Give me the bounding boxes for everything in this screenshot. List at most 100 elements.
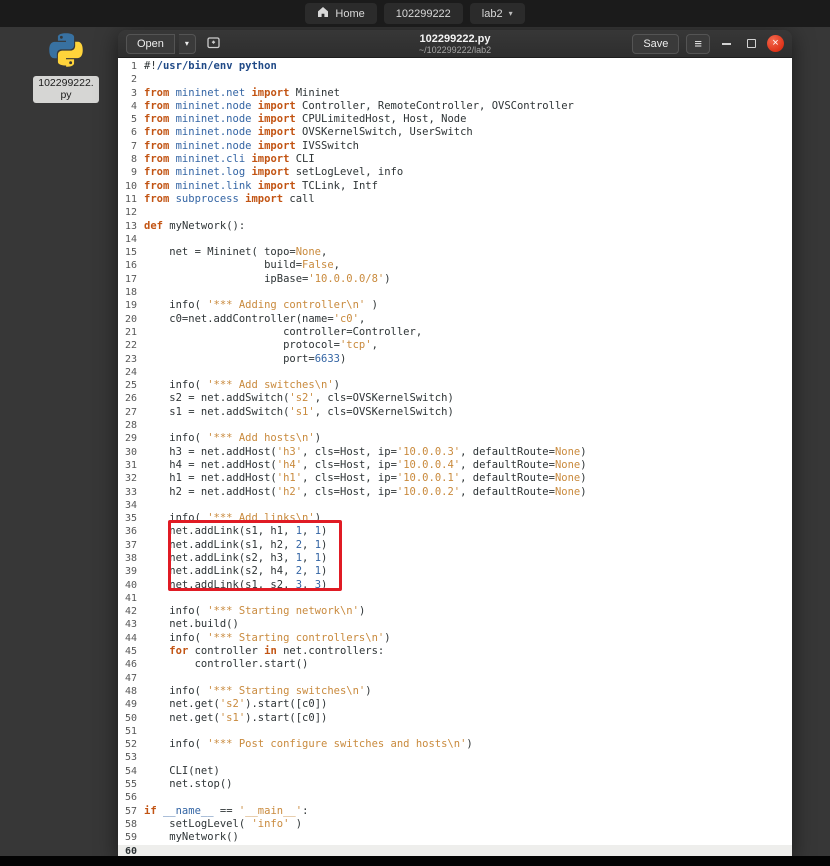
code-line[interactable]: 19 info( '*** Adding controller\n' ) — [118, 299, 792, 312]
line-number: 38 — [124, 552, 137, 564]
menu-button[interactable]: ≡ — [686, 33, 710, 54]
code-line[interactable]: 23 port=6633) — [118, 353, 792, 366]
desktop-file-label-line2: py — [60, 89, 72, 101]
code-line[interactable]: 12 — [118, 206, 792, 219]
code-line[interactable]: 30 h3 = net.addHost('h3', cls=Host, ip='… — [118, 446, 792, 459]
code-line[interactable]: 22 protocol='tcp', — [118, 339, 792, 352]
code-line[interactable]: 55 net.stop() — [118, 778, 792, 791]
breadcrumb-folder[interactable]: 102299222 — [383, 3, 463, 24]
line-number: 2 — [130, 74, 137, 86]
code-line[interactable]: 52 info( '*** Post configure switches an… — [118, 738, 792, 751]
line-number: 58 — [124, 818, 137, 830]
line-number: 47 — [124, 672, 137, 684]
close-button[interactable]: × — [767, 35, 784, 52]
code-line[interactable]: 8 from mininet.cli import CLI — [118, 153, 792, 166]
breadcrumb-subfolder-label: lab2 — [481, 7, 503, 20]
code-line[interactable]: 6 from mininet.node import OVSKernelSwitc… — [118, 126, 792, 139]
code-line[interactable]: 54 CLI(net) — [118, 765, 792, 778]
code-line[interactable]: 27 s1 = net.addSwitch('s1', cls=OVSKerne… — [118, 406, 792, 419]
code-line[interactable]: 17 ipBase='10.0.0.0/8') — [118, 273, 792, 286]
code-line[interactable]: 37 net.addLink(s1, h2, 2, 1) — [118, 539, 792, 552]
line-number: 10 — [124, 180, 137, 192]
line-number: 13 — [124, 220, 137, 232]
code-line[interactable]: 58 setLogLevel( 'info' ) — [118, 818, 792, 831]
code-line[interactable]: 49 net.get('s2').start([c0]) — [118, 698, 792, 711]
code-line[interactable]: 10 from mininet.link import TCLink, Intf — [118, 180, 792, 193]
line-number: 3 — [130, 87, 137, 99]
code-area[interactable]: 1 #!/usr/bin/env python 2 3 from mininet.net… — [118, 58, 792, 856]
code-line[interactable]: 11 from subprocess import call — [118, 193, 792, 206]
new-tab-button[interactable] — [206, 35, 221, 53]
line-number: 56 — [124, 792, 137, 804]
code-line[interactable]: 16 build=False, — [118, 259, 792, 272]
open-button[interactable]: Open — [126, 33, 175, 54]
code-line[interactable]: 45 for controller in net.controllers: — [118, 645, 792, 658]
top-bar: Home 102299222 lab2 ▾ — [0, 0, 830, 27]
line-number: 46 — [124, 659, 137, 671]
code-line[interactable]: 24 — [118, 366, 792, 379]
code-line[interactable]: 43 net.build() — [118, 618, 792, 631]
window-title: 102299222.py — [419, 33, 491, 45]
code-line[interactable]: 9 from mininet.log import setLogLevel, in… — [118, 166, 792, 179]
minimize-button[interactable] — [717, 35, 735, 53]
code-line[interactable]: 14 — [118, 233, 792, 246]
breadcrumb-subfolder[interactable]: lab2 ▾ — [469, 3, 525, 24]
code-line[interactable]: 4 from mininet.node import Controller, Re… — [118, 100, 792, 113]
open-dropdown-button[interactable]: ▾ — [178, 33, 196, 54]
code-line[interactable]: 21 controller=Controller, — [118, 326, 792, 339]
code-line[interactable]: 41 — [118, 592, 792, 605]
code-line[interactable]: 50 net.get('s1').start([c0]) — [118, 712, 792, 725]
line-number: 52 — [124, 739, 137, 751]
close-icon: × — [772, 37, 779, 49]
save-button[interactable]: Save — [632, 33, 680, 54]
line-number: 18 — [124, 287, 137, 299]
maximize-button[interactable] — [742, 35, 760, 53]
code-line[interactable]: 5 from mininet.node import CPULimitedHost… — [118, 113, 792, 126]
line-number: 15 — [124, 247, 137, 259]
code-line[interactable]: 53 — [118, 751, 792, 764]
line-number: 5 — [130, 114, 137, 126]
code-line[interactable]: 26 s2 = net.addSwitch('s2', cls=OVSKerne… — [118, 392, 792, 405]
code-line[interactable]: 25 info( '*** Add switches\n') — [118, 379, 792, 392]
code-line[interactable]: 34 — [118, 499, 792, 512]
code-line[interactable]: 39 net.addLink(s2, h4, 2, 1) — [118, 565, 792, 578]
code-line[interactable]: 44 info( '*** Starting controllers\n') — [118, 632, 792, 645]
code-line[interactable]: 20 c0=net.addController(name='c0', — [118, 313, 792, 326]
line-number: 39 — [124, 566, 137, 578]
code-line[interactable]: 51 — [118, 725, 792, 738]
code-line[interactable]: 36 net.addLink(s1, h1, 1, 1) — [118, 525, 792, 538]
code-line[interactable]: 46 controller.start() — [118, 658, 792, 671]
code-line[interactable]: 59 myNetwork() — [118, 831, 792, 844]
desktop-file-icon[interactable]: 102299222. py — [33, 31, 99, 103]
line-number: 40 — [124, 579, 137, 591]
code-line[interactable]: 2 — [118, 73, 792, 86]
code-line[interactable]: 31 h4 = net.addHost('h4', cls=Host, ip='… — [118, 459, 792, 472]
line-number: 14 — [124, 233, 137, 245]
code-line[interactable]: 32 h1 = net.addHost('h1', cls=Host, ip='… — [118, 472, 792, 485]
code-line[interactable]: 29 info( '*** Add hosts\n') — [118, 432, 792, 445]
code-line[interactable]: 1 #!/usr/bin/env python — [118, 60, 792, 73]
code-line[interactable]: 3 from mininet.net import Mininet — [118, 87, 792, 100]
code-line[interactable]: 18 — [118, 286, 792, 299]
code-line[interactable]: 7 from mininet.node import IVSSwitch — [118, 140, 792, 153]
code-line[interactable]: 42 info( '*** Starting network\n') — [118, 605, 792, 618]
line-number: 35 — [124, 513, 137, 525]
code-line[interactable]: 40 net.addLink(s1, s2, 3, 3) — [118, 579, 792, 592]
code-line[interactable]: 13 def myNetwork(): — [118, 220, 792, 233]
line-number: 27 — [124, 406, 137, 418]
code-line[interactable]: 35 info( '*** Add links\n') — [118, 512, 792, 525]
home-icon — [317, 6, 329, 21]
line-number: 33 — [124, 486, 137, 498]
code-line[interactable]: 48 info( '*** Starting switches\n') — [118, 685, 792, 698]
code-line[interactable]: 56 — [118, 791, 792, 804]
code-line[interactable]: 33 h2 = net.addHost('h2', cls=Host, ip='… — [118, 486, 792, 499]
code-line[interactable]: 47 — [118, 672, 792, 685]
line-number: 4 — [130, 100, 137, 112]
home-button[interactable]: Home — [305, 3, 377, 24]
code-line[interactable]: 57 if __name__ == '__main__': — [118, 805, 792, 818]
code-line[interactable]: 15 net = Mininet( topo=None, — [118, 246, 792, 259]
code-line[interactable]: 38 net.addLink(s2, h3, 1, 1) — [118, 552, 792, 565]
code-line[interactable]: 28 — [118, 419, 792, 432]
line-number: 20 — [124, 313, 137, 325]
code-line[interactable]: 60 — [118, 844, 792, 856]
